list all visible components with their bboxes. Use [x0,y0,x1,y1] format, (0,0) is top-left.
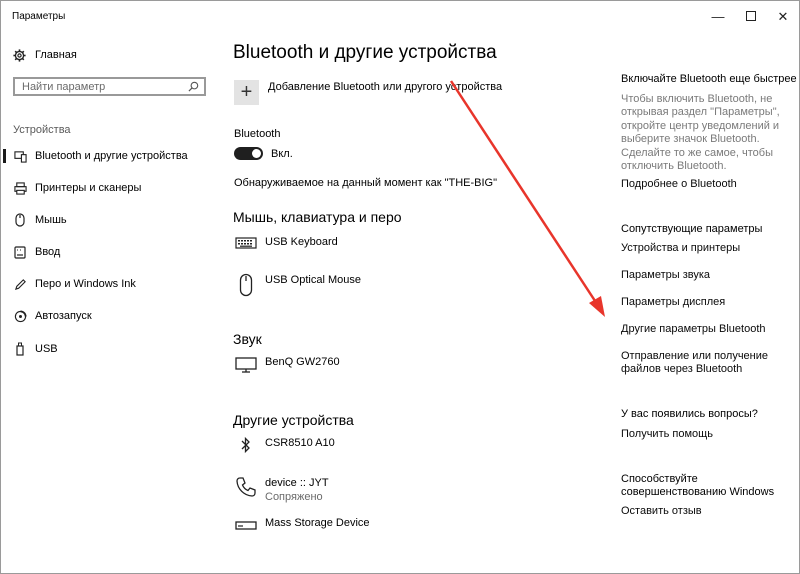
settings-window: Параметры — ✕ Главная Найти параметр Уст… [0,0,800,574]
annotation-arrow [449,80,605,317]
